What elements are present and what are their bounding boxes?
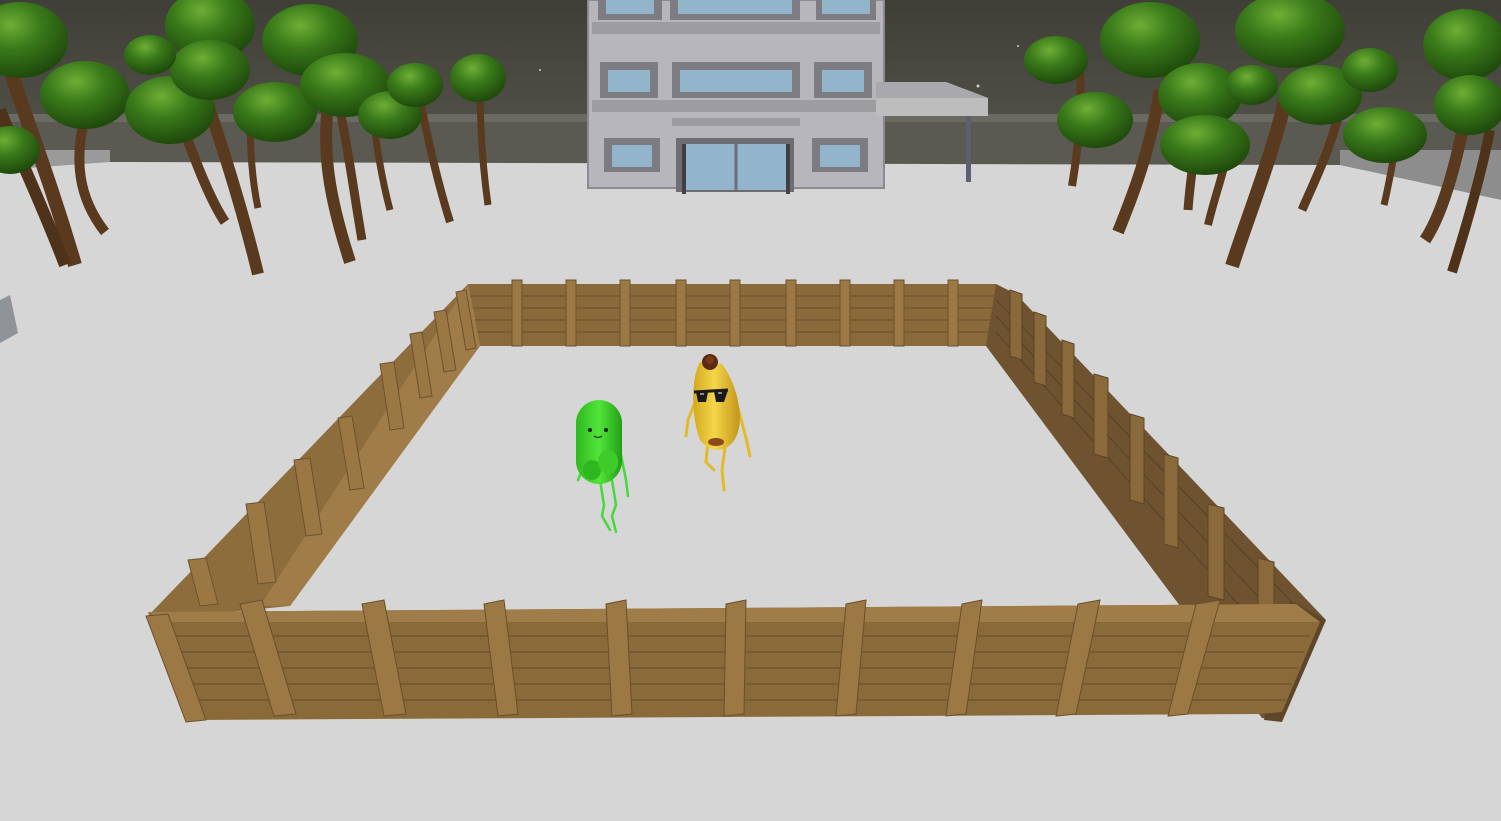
pickle-eye-left bbox=[588, 428, 592, 432]
game-viewport bbox=[0, 0, 1501, 821]
building-door bbox=[676, 138, 794, 194]
pickle-eye-right bbox=[604, 428, 608, 432]
ground-plane bbox=[0, 162, 1501, 821]
